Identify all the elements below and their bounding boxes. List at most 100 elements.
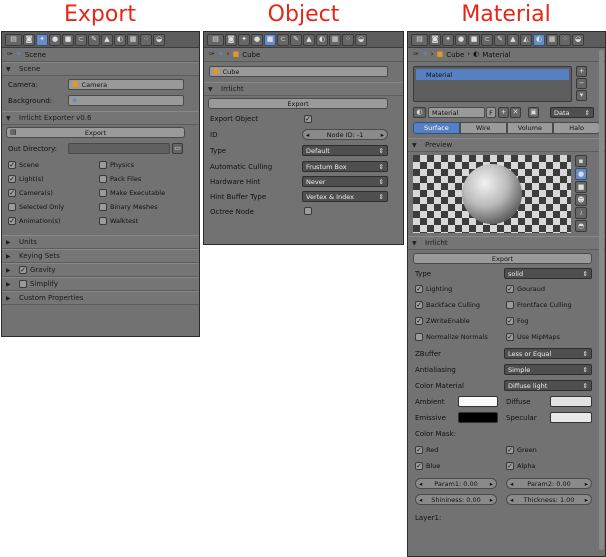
constraints-tab-icon[interactable]: ⊂ xyxy=(481,33,493,46)
preview-cube-icon[interactable]: ■ xyxy=(575,181,587,193)
emissive-color-swatch[interactable] xyxy=(458,412,498,423)
diffuse-color-swatch[interactable] xyxy=(550,396,592,407)
modifier-tab-icon[interactable]: ✎ xyxy=(88,33,100,46)
node-icon[interactable]: ▣ xyxy=(528,107,539,118)
frontface-culling-checkbox[interactable]: Frontface Culling xyxy=(506,301,572,309)
units-section-header[interactable]: ▶ Units xyxy=(2,235,199,249)
automatic-culling-dropdown[interactable]: Frustum Box ⇕ xyxy=(302,161,388,172)
material-tab-icon[interactable]: ◐ xyxy=(316,33,328,46)
material-slot-list[interactable]: Material xyxy=(413,66,572,102)
backface-culling-checkbox[interactable]: ✓ Backface Culling xyxy=(415,301,480,309)
param1-field[interactable]: ◂ Param1: 0.00 ▸ xyxy=(415,478,497,489)
data-tab-icon[interactable]: ▲ xyxy=(507,33,519,46)
antialiasing-dropdown[interactable]: Simple ⇕ xyxy=(504,364,592,375)
scene-section-header[interactable]: ▼ Scene xyxy=(2,62,199,76)
preview-hair-icon[interactable]: ≀ xyxy=(575,207,587,219)
scene-tab-icon[interactable]: ✦ xyxy=(442,33,454,46)
modifier-tab-icon[interactable]: ✎ xyxy=(290,33,302,46)
object-tab-icon[interactable]: ■ xyxy=(62,33,74,46)
preview-sphere-icon[interactable]: ● xyxy=(575,168,587,180)
animations-checkbox[interactable]: ✓ Animation(s) xyxy=(8,217,61,225)
link-dropdown[interactable]: Data ⇕ xyxy=(550,107,594,118)
physics-tab-icon[interactable]: ◒ xyxy=(153,33,165,46)
simplify-section-header[interactable]: ▶ Simplify xyxy=(2,277,199,291)
zbuffer-dropdown[interactable]: Less or Equal ⇕ xyxy=(504,348,592,359)
octree-node-checkbox[interactable] xyxy=(304,207,312,215)
modifier-tab-icon[interactable]: ✎ xyxy=(494,33,506,46)
thickness-field[interactable]: ◂ Thickness: 1.00 ▸ xyxy=(506,494,592,505)
constraints-tab-icon[interactable]: ⊂ xyxy=(75,33,87,46)
make-executable-checkbox[interactable]: Make Executable xyxy=(99,189,165,197)
simplify-checkbox[interactable] xyxy=(19,280,27,288)
keying-sets-section-header[interactable]: ▶ Keying Sets xyxy=(2,249,199,263)
specular-color-swatch[interactable] xyxy=(550,412,592,423)
object-name-field[interactable]: ■ Cube xyxy=(209,66,388,77)
texture-tab-icon[interactable]: ▦ xyxy=(329,33,341,46)
physics-tab-icon[interactable]: ◒ xyxy=(572,33,584,46)
add-slot-icon[interactable]: + xyxy=(576,66,587,77)
export-button[interactable]: ▤ Export xyxy=(6,127,185,138)
color-material-dropdown[interactable]: Diffuse light ⇕ xyxy=(504,380,592,391)
texture-tab-icon[interactable]: ▦ xyxy=(127,33,139,46)
slot-menu-icon[interactable]: ▾ xyxy=(576,90,587,101)
data-tab-icon[interactable]: ▲ xyxy=(303,33,315,46)
hardware-hint-dropdown[interactable]: Never ⇕ xyxy=(302,176,388,187)
pack-files-checkbox[interactable]: Pack Files xyxy=(99,175,141,183)
green-mask-checkbox[interactable]: ✓ Green xyxy=(506,446,537,454)
tab-volume[interactable]: Volume xyxy=(506,122,554,134)
editor-type-icon[interactable]: ▤ xyxy=(5,33,22,46)
scrollbar[interactable] xyxy=(599,50,604,550)
irrlicht-section-header[interactable]: ▼ Irrlicht xyxy=(408,236,605,250)
scene-tab-icon[interactable]: ✦ xyxy=(36,33,48,46)
blue-mask-checkbox[interactable]: ✓ Blue xyxy=(415,462,440,470)
type-dropdown[interactable]: Default ⇕ xyxy=(302,145,388,156)
walktest-checkbox[interactable]: Walktest xyxy=(99,217,138,225)
object-tab-icon[interactable]: ■ xyxy=(264,33,276,46)
irrlicht-section-header[interactable]: ▼ Irrlicht xyxy=(204,82,403,96)
irrlicht-exporter-header[interactable]: ▼ Irrlicht Exporter v0.6 xyxy=(2,111,199,125)
ambient-color-swatch[interactable] xyxy=(458,396,498,407)
data-tab-icon[interactable]: ▲ xyxy=(101,33,113,46)
render-tab-icon[interactable]: ◙ xyxy=(429,33,441,46)
pin-icon[interactable]: ✑ xyxy=(7,51,13,58)
selected-only-checkbox[interactable]: Selected Only xyxy=(8,203,64,211)
normalize-normals-checkbox[interactable]: Normalize Normals xyxy=(415,333,488,341)
particles-tab-icon[interactable]: ⁘ xyxy=(342,33,354,46)
binary-meshes-checkbox[interactable]: Binary Meshes xyxy=(99,203,157,211)
pin-icon[interactable]: ✑ xyxy=(209,51,215,58)
world-tab-icon[interactable]: ● xyxy=(455,33,467,46)
param2-field[interactable]: ◂ Param2: 0.00 ▸ xyxy=(506,478,592,489)
material-tab-icon[interactable]: ◐ xyxy=(114,33,126,46)
add-material-icon[interactable]: + xyxy=(498,107,509,118)
editor-type-icon[interactable]: ▤ xyxy=(411,33,428,46)
fake-user-button[interactable]: F xyxy=(486,107,496,118)
scene-tab-icon[interactable]: ✦ xyxy=(238,33,250,46)
alpha-mask-checkbox[interactable]: ✓ Alpha xyxy=(506,462,535,470)
node-id-field[interactable]: ◂ Node ID: -1 ▸ xyxy=(302,129,388,140)
gravity-checkbox[interactable]: ✓ xyxy=(19,266,27,274)
custom-properties-section-header[interactable]: ▶ Custom Properties xyxy=(2,291,199,305)
lights-checkbox[interactable]: ✓ Light(s) xyxy=(8,175,44,183)
remove-slot-icon[interactable]: − xyxy=(576,78,587,89)
use-mipmaps-checkbox[interactable]: ✓ Use MipMaps xyxy=(506,333,560,341)
particles-tab-icon[interactable]: ⁘ xyxy=(140,33,152,46)
particles-tab-icon[interactable]: ⁘ xyxy=(559,33,571,46)
tab-wire[interactable]: Wire xyxy=(459,122,507,134)
lighting-checkbox[interactable]: ✓ Lighting xyxy=(415,285,452,293)
editor-type-icon[interactable]: ▤ xyxy=(207,33,224,46)
cameras-checkbox[interactable]: ✓ Camera(s) xyxy=(8,189,53,197)
hint-buffer-type-dropdown[interactable]: Vertex & Index ⇕ xyxy=(302,191,388,202)
material-browse-icon[interactable]: ◐ xyxy=(413,107,426,118)
render-tab-icon[interactable]: ◙ xyxy=(23,33,35,46)
background-field[interactable]: ◈ xyxy=(68,95,184,106)
preview-flat-icon[interactable]: ▪ xyxy=(575,155,587,167)
scene-checkbox[interactable]: ✓ Scene xyxy=(8,161,39,169)
tab-halo[interactable]: Halo xyxy=(553,122,600,134)
texture-tab-icon[interactable]: ▦ xyxy=(546,33,558,46)
red-mask-checkbox[interactable]: ✓ Red xyxy=(415,446,438,454)
preview-section-header[interactable]: ▼ Preview xyxy=(408,138,605,152)
preview-monkey-icon[interactable]: ☻ xyxy=(575,194,587,206)
render-tab-icon[interactable]: ◙ xyxy=(225,33,237,46)
material-name-field[interactable]: Material xyxy=(428,107,485,118)
unlink-material-icon[interactable]: ✕ xyxy=(510,107,521,118)
